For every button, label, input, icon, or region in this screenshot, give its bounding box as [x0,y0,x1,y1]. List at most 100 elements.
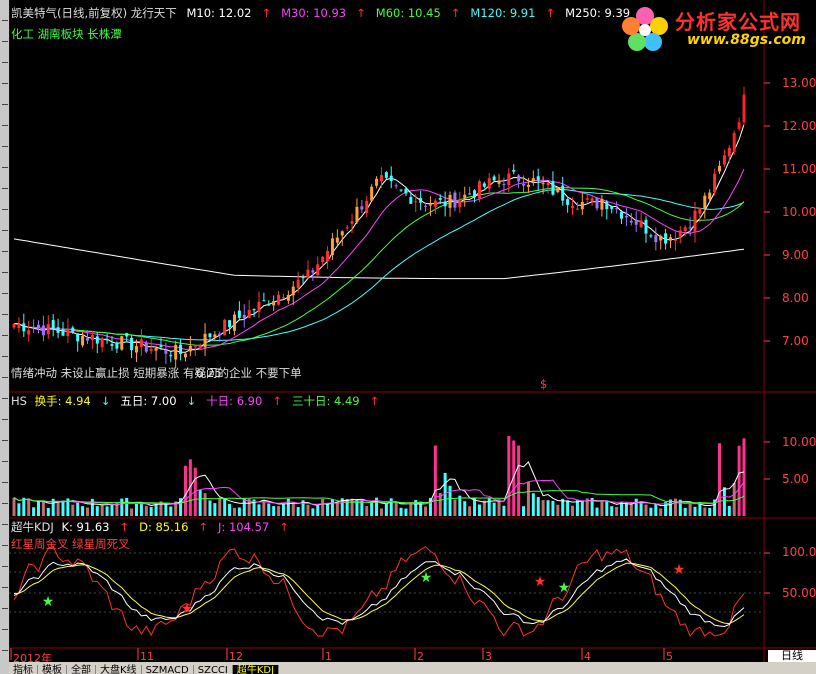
ma-arrow-2: ↑ [450,6,461,20]
volume-bar [242,498,246,516]
candle-body [698,208,702,214]
scroll-tick [2,419,8,420]
volume-bar [41,501,45,516]
scroll-tick [2,461,8,462]
candle-body [149,349,153,351]
volume-legend: 换手: 4.94 ↓ 五日: 7.00 ↓ 十日: 6.90 ↑ 三十日: 4.49 ↑ [35,394,390,408]
candle-body [414,201,418,203]
candle-body [335,237,339,243]
period-selector[interactable]: 日线 [768,650,816,662]
candle-body [561,185,565,201]
scroll-tick [2,167,8,168]
ma120-line [13,189,745,342]
scroll-tick [2,83,8,84]
kdj-item-1: D: 85.16 [139,520,189,534]
candle-body [419,198,423,203]
candle-body [228,320,232,328]
candle-body [389,175,393,182]
candle-body [482,183,486,187]
volume-bar [634,498,638,516]
tab-4[interactable]: SZMACD [142,665,194,674]
candle-body [664,233,668,244]
candle-body [468,193,472,195]
volume-bar [507,435,511,516]
tab-2[interactable]: 全部 [67,665,96,674]
kdj-star-icon: ★ [673,562,686,578]
volume-bar [531,493,535,516]
candle-body [66,329,70,336]
volume-bar [693,506,697,516]
volume-bar [134,503,138,516]
volume-bar [120,498,124,516]
volume-bar [683,507,687,516]
volume-bar [669,499,673,516]
candle-body [536,176,540,181]
kdj-star-icon: ★ [181,601,194,617]
volume-bar [605,500,609,516]
signal-marker: $ [540,377,548,391]
volume-ma30 [13,490,745,504]
volume-bar [223,498,227,516]
volume-bar [144,505,148,516]
candle-body [639,220,643,228]
candle-body [110,344,114,346]
candle-body [365,200,369,214]
candle-body [585,198,589,200]
candle-body [424,205,428,207]
candle-body [85,338,89,341]
scroll-tick [2,398,8,399]
candle-body [522,183,526,186]
candle-body [394,185,398,187]
volume-bar [330,499,334,516]
tab-6[interactable]: 超牛KDJ [232,665,280,674]
candle-body [291,286,295,296]
left-scroll-bar[interactable] [0,0,9,674]
volume-bar [399,507,403,516]
volume-bar [688,503,692,516]
candle-body [678,230,682,237]
candle-body [566,199,570,205]
tab-3[interactable]: 大盘K线 [96,665,142,674]
scroll-tick [2,608,8,609]
candle-body [193,346,197,348]
scroll-tick [2,545,8,546]
candle-body [267,303,271,306]
candle-body [286,295,290,301]
candle-body [179,344,183,354]
volume-bar [27,498,31,516]
volume-bar [477,504,481,516]
scroll-tick [2,188,8,189]
candle-body [17,323,21,328]
candle-body [571,206,575,208]
volume-bar [198,489,202,516]
candle-body [340,231,344,236]
kdj-name: 超牛KDJ [11,520,54,534]
kdj-arrow-2: ↑ [279,520,289,534]
candle-body [252,309,256,311]
candle-body [12,323,16,328]
tab-5[interactable]: SZCCI [194,665,233,674]
stock-chart[interactable]: ★ ★ ★ ★ ★ ★ [0,0,816,674]
ma-arrow-3: ↑ [545,6,556,20]
scroll-tick [2,566,8,567]
candle-body [375,178,379,186]
kdj-legend: K: 91.63 ↑ D: 85.16 ↑ J: 104.57 ↑ [61,520,298,534]
volume-bar [110,504,114,516]
candle-body [321,256,325,263]
volume-bar [95,506,99,516]
volume-bar [551,500,555,516]
volume-bar [316,505,320,516]
candle-body [213,334,217,338]
tab-0[interactable]: 指标 [9,665,38,674]
volume-bar [321,499,325,516]
scroll-tick [2,41,8,42]
tab-1[interactable]: 模板 [38,665,67,674]
volume-bar [291,501,295,516]
candle-body [100,338,104,348]
candle-body [624,215,628,218]
scroll-tick [2,587,8,588]
candle-body [507,173,511,186]
volume-bar [468,506,472,516]
volume-bar [718,443,722,516]
volume-bar [522,506,526,516]
